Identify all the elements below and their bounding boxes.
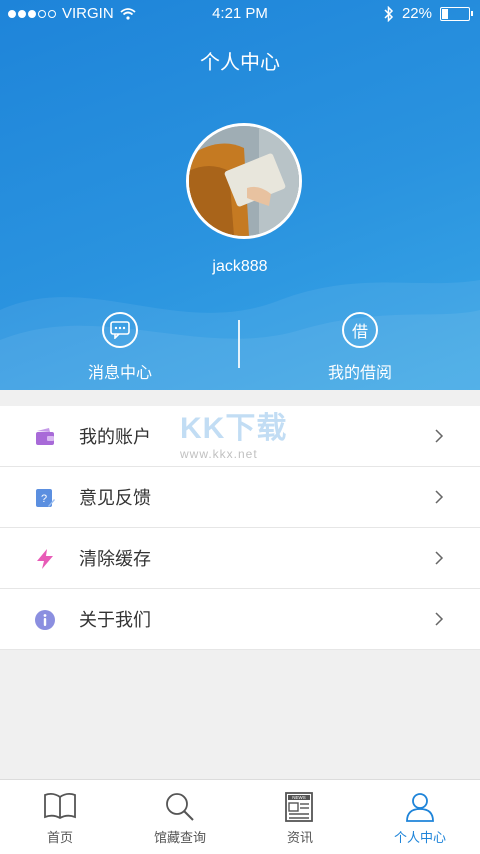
menu-label-feedback: 意见反馈 [79,488,151,509]
username: jack888 [212,258,268,275]
status-bar: VIRGIN 4:21 PM 22% [0,0,480,28]
book-icon [44,792,76,820]
page-title: 个人中心 [200,50,280,74]
borrow-icon: 借 [342,312,378,348]
chat-bubble-icon [102,312,138,348]
chevron-right-icon [435,429,444,443]
battery-percent: 22% [401,5,432,22]
my-borrowing-button[interactable]: 借 我的借阅 [240,310,480,390]
chevron-right-icon [435,551,444,565]
menu-label-about: 关于我们 [79,610,151,631]
tab-collection-search[interactable]: 馆藏查询 [120,780,240,854]
tab-label-news: 资讯 [286,831,313,846]
svg-text:?: ? [41,493,47,505]
settings-menu: 我的账户 ? 意见反馈 清除缓存 关于我们 [0,406,480,650]
lightning-icon [37,549,53,569]
newspaper-icon: NEWS [285,792,313,822]
tab-label-profile: 个人中心 [393,831,446,846]
info-icon [35,610,55,630]
chevron-right-icon [435,612,444,626]
search-icon [166,793,194,821]
svg-text:NEWS: NEWS [292,795,306,800]
menu-item-account[interactable]: 我的账户 [0,406,480,467]
wallet-icon [36,428,54,445]
chevron-right-icon [435,490,444,504]
battery-icon [440,6,473,21]
menu-item-feedback[interactable]: ? 意见反馈 [0,467,480,528]
message-center-label: 消息中心 [87,363,152,382]
profile-header: VIRGIN 4:21 PM 22% 个人中心 jack888 消息中心 借 我… [0,0,480,390]
menu-item-clear-cache[interactable]: 清除缓存 [0,528,480,589]
menu-item-about[interactable]: 关于我们 [0,589,480,650]
avatar[interactable] [186,123,302,239]
tab-news[interactable]: NEWS 资讯 [240,780,360,854]
message-center-button[interactable]: 消息中心 [0,310,240,390]
menu-label-account: 我的账户 [79,427,151,448]
avatar-image [189,126,299,236]
bluetooth-icon [384,5,394,22]
tab-bar: 首页 馆藏查询 NEWS 资讯 个人中心 [0,779,480,854]
tab-label-collection-search: 馆藏查询 [153,831,206,846]
feedback-icon: ? [36,489,55,507]
my-borrowing-label: 我的借阅 [327,363,392,382]
menu-label-clear-cache: 清除缓存 [79,549,151,570]
tab-label-home: 首页 [46,831,73,846]
tab-profile[interactable]: 个人中心 [360,780,480,854]
person-icon [406,793,434,822]
tab-home[interactable]: 首页 [0,780,120,854]
